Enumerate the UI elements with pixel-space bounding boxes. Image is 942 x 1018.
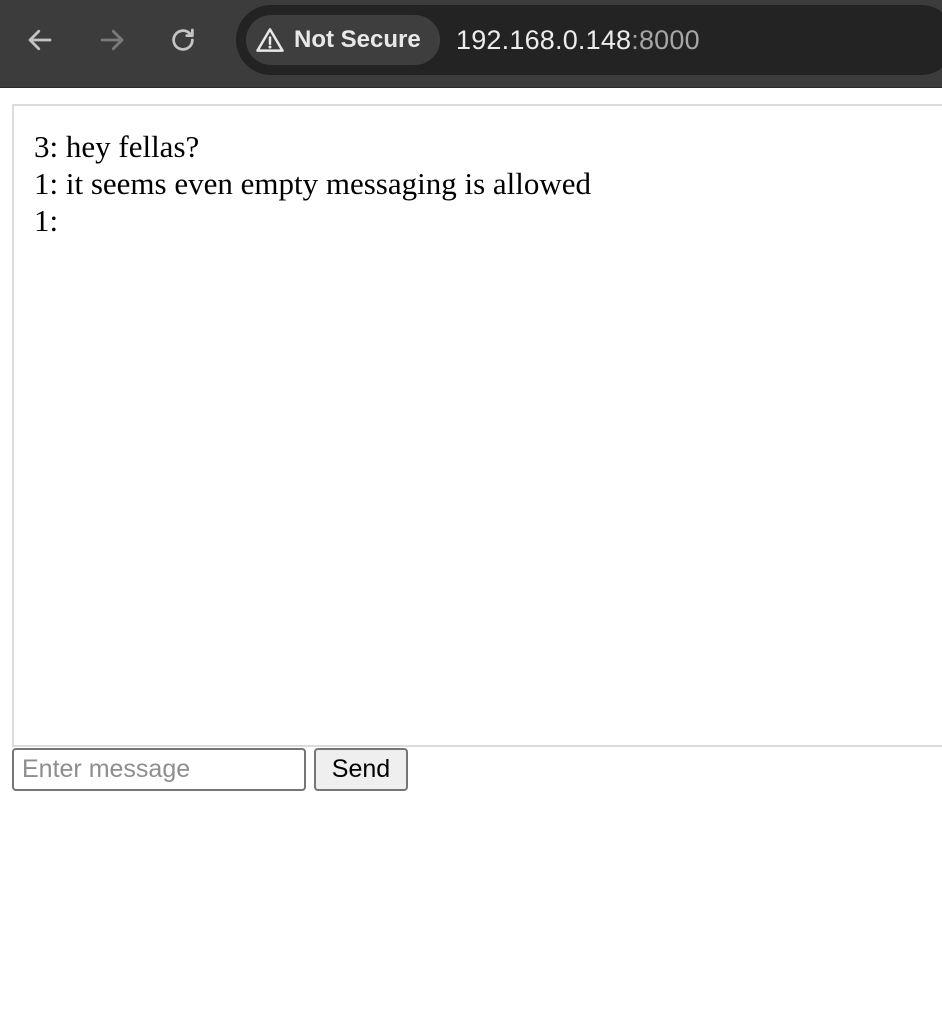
chat-message: 1: (34, 203, 59, 238)
message-input[interactable] (12, 748, 306, 791)
arrow-right-icon[interactable] (94, 22, 130, 58)
chat-message: 3: hey fellas? (34, 129, 200, 164)
url-text[interactable]: 192.168.0.148:8000 (456, 25, 700, 56)
url-host: 192.168.0.148 (456, 25, 632, 55)
address-bar[interactable]: Not Secure 192.168.0.148:8000 (236, 5, 942, 75)
security-label: Not Secure (294, 26, 421, 53)
arrow-left-icon[interactable] (22, 22, 58, 58)
reload-icon[interactable] (165, 22, 201, 58)
security-chip[interactable]: Not Secure (246, 15, 440, 65)
chat-message: 1: it seems even empty messaging is allo… (34, 166, 592, 201)
send-button[interactable]: Send (314, 748, 408, 791)
warning-triangle-icon (256, 28, 284, 52)
url-port: :8000 (631, 25, 700, 55)
browser-toolbar: Not Secure 192.168.0.148:8000 (0, 0, 942, 88)
chat-log[interactable]: 3: hey fellas? 1: it seems even empty me… (12, 104, 942, 747)
